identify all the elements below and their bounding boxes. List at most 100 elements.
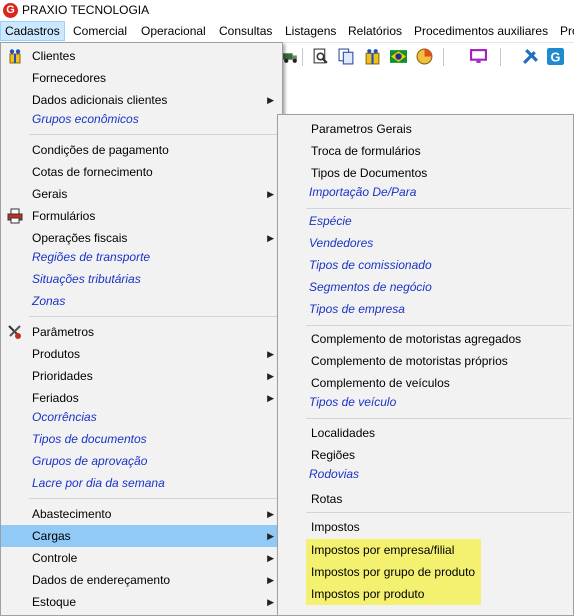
menu-item-label: Cargas bbox=[32, 529, 71, 543]
menu-item-label: Grupos econômicos bbox=[32, 112, 139, 126]
submenu-item-parametros-gerais[interactable]: Parametros Gerais bbox=[278, 118, 573, 140]
users-gift-icon[interactable] bbox=[364, 48, 381, 65]
menu-item-label: Clientes bbox=[32, 49, 76, 63]
submenu-item-rotas[interactable]: Rotas bbox=[278, 488, 573, 510]
menu-item-label: Cotas de fornecimento bbox=[32, 165, 153, 179]
menu-item-label: Fornecedores bbox=[32, 71, 107, 85]
menu-pro[interactable]: Pro bbox=[556, 21, 574, 41]
menu-item-estoque[interactable]: Estoque ▶ bbox=[1, 591, 282, 613]
menu-separator bbox=[29, 134, 280, 135]
menu-separator bbox=[29, 498, 280, 499]
menu-item-parametros[interactable]: Parâmetros bbox=[1, 321, 282, 343]
menu-item-label: Ocorrências bbox=[32, 410, 97, 424]
menu-comercial[interactable]: Comercial bbox=[69, 21, 131, 41]
toolbar: G bbox=[282, 44, 574, 70]
menu-listagens[interactable]: Listagens bbox=[281, 21, 340, 41]
menu-separator bbox=[306, 418, 571, 419]
menu-item-label: Grupos de aprovação bbox=[32, 454, 148, 468]
submenu-item-tipos-de-empresa[interactable]: Tipos de empresa bbox=[278, 298, 573, 320]
menu-bar: Cadastros Comercial Operacional Consulta… bbox=[0, 21, 574, 43]
truck-icon[interactable] bbox=[282, 48, 299, 65]
menu-item-grupos-de-aprovacao[interactable]: Grupos de aprovação bbox=[1, 450, 282, 472]
menu-item-cotas-de-fornecimento[interactable]: Cotas de fornecimento bbox=[1, 161, 282, 183]
app-title: PRAXIO TECNOLOGIA bbox=[22, 3, 150, 17]
menu-item-label: Estoque bbox=[32, 595, 77, 609]
menu-item-label: Tipos de empresa bbox=[309, 302, 405, 316]
submenu-item-troca-de-formularios[interactable]: Troca de formulários bbox=[278, 140, 573, 162]
print-preview-icon[interactable] bbox=[312, 48, 329, 65]
menu-item-tipos-de-documentos[interactable]: Tipos de documentos bbox=[1, 428, 282, 450]
parameters-icon bbox=[8, 325, 21, 339]
menu-item-label: Controle bbox=[32, 551, 78, 565]
menu-procedimentos-auxiliares[interactable]: Procedimentos auxiliares bbox=[410, 21, 552, 41]
menu-item-cargas[interactable]: Cargas ▶ bbox=[1, 525, 282, 547]
submenu-arrow-icon: ▶ bbox=[267, 349, 274, 359]
menu-operacional[interactable]: Operacional bbox=[137, 21, 210, 41]
submenu-arrow-icon: ▶ bbox=[267, 189, 274, 199]
monitor-icon[interactable] bbox=[470, 48, 487, 65]
menu-item-abastecimento[interactable]: Abastecimento ▶ bbox=[1, 503, 282, 525]
menu-item-gerais[interactable]: Gerais ▶ bbox=[1, 183, 282, 205]
menu-item-label: Situações tributárias bbox=[32, 272, 141, 286]
pie-chart-icon[interactable] bbox=[416, 48, 433, 65]
copy-documents-icon[interactable] bbox=[338, 48, 355, 65]
menu-item-condicoes-de-pagamento[interactable]: Condições de pagamento bbox=[1, 139, 282, 161]
menu-item-produtos[interactable]: Produtos ▶ bbox=[1, 343, 282, 365]
g-logo-icon[interactable]: G bbox=[547, 48, 564, 65]
submenu-item-impostos-por-grupo-de-produto[interactable]: Impostos por grupo de produto bbox=[306, 561, 481, 583]
submenu-item-localidades[interactable]: Localidades bbox=[278, 422, 573, 444]
submenu-item-especie[interactable]: Espécie bbox=[278, 210, 573, 232]
menu-item-zonas[interactable]: Zonas bbox=[1, 290, 282, 312]
menu-item-grupos-economicos[interactable]: Grupos econômicos bbox=[1, 108, 282, 130]
submenu-item-tipos-de-comissionado[interactable]: Tipos de comissionado bbox=[278, 254, 573, 276]
printer-icon bbox=[7, 208, 23, 224]
submenu-item-impostos[interactable]: Impostos bbox=[278, 516, 573, 538]
submenu-arrow-icon: ▶ bbox=[267, 553, 274, 563]
menu-item-dados-de-enderecamento[interactable]: Dados de endereçamento ▶ bbox=[1, 569, 282, 591]
menu-item-regioes-de-transporte[interactable]: Regiões de transporte bbox=[1, 246, 282, 268]
menu-item-label: Impostos por empresa/filial bbox=[311, 543, 455, 557]
menu-item-label: Produtos bbox=[32, 347, 81, 361]
toolbar-separator bbox=[302, 48, 303, 66]
tools-icon[interactable] bbox=[522, 48, 539, 65]
menu-relatorios[interactable]: Relatórios bbox=[344, 21, 406, 41]
submenu-arrow-icon: ▶ bbox=[267, 371, 274, 381]
menu-separator bbox=[306, 325, 571, 326]
submenu-item-impostos-por-produto[interactable]: Impostos por produto bbox=[306, 583, 481, 605]
menu-item-controle[interactable]: Controle ▶ bbox=[1, 547, 282, 569]
menu-cadastros[interactable]: Cadastros bbox=[0, 21, 65, 41]
menu-item-label: Zonas bbox=[32, 294, 66, 308]
menu-item-formularios[interactable]: Formulários bbox=[1, 205, 282, 227]
menu-item-label: Lacre por dia da semana bbox=[32, 476, 165, 490]
submenu-item-impostos-por-empresa-filial[interactable]: Impostos por empresa/filial bbox=[306, 539, 481, 561]
submenu-item-segmentos-de-negocio[interactable]: Segmentos de negócio bbox=[278, 276, 573, 298]
menu-item-label: Regiões de transporte bbox=[32, 250, 151, 264]
toolbar-separator bbox=[500, 48, 501, 66]
menu-item-prioridades[interactable]: Prioridades ▶ bbox=[1, 365, 282, 387]
title-bar: G PRAXIO TECNOLOGIA bbox=[0, 0, 574, 21]
submenu-item-complemento-motoristas-proprios[interactable]: Complemento de motoristas próprios bbox=[278, 350, 573, 372]
app-logo-icon: G bbox=[3, 3, 18, 18]
menu-item-clientes[interactable]: Clientes bbox=[1, 45, 282, 67]
menu-item-fornecedores[interactable]: Fornecedores bbox=[1, 67, 282, 89]
menu-item-label: Troca de formulários bbox=[311, 144, 421, 158]
submenu-item-tipos-de-veiculo[interactable]: Tipos de veículo bbox=[278, 391, 573, 413]
submenu-item-importacao-de-para[interactable]: Importação De/Para bbox=[278, 181, 573, 203]
clients-icon bbox=[9, 49, 21, 64]
submenu-item-complemento-motoristas-agregados[interactable]: Complemento de motoristas agregados bbox=[278, 328, 573, 350]
menu-consultas[interactable]: Consultas bbox=[215, 21, 276, 41]
submenu-arrow-icon: ▶ bbox=[267, 531, 274, 541]
menu-item-label: Espécie bbox=[309, 214, 352, 228]
menu-item-label: Tipos de comissionado bbox=[309, 258, 432, 272]
menu-item-ocorrencias[interactable]: Ocorrências bbox=[1, 406, 282, 428]
menu-item-situacoes-tributarias[interactable]: Situações tributárias bbox=[1, 268, 282, 290]
submenu-item-rodovias[interactable]: Rodovias bbox=[278, 463, 573, 485]
submenu-item-vendedores[interactable]: Vendedores bbox=[278, 232, 573, 254]
menu-item-label: Tipos de documentos bbox=[32, 432, 147, 446]
menu-item-label: Impostos por produto bbox=[311, 587, 425, 601]
menu-item-lacre-por-dia-da-semana[interactable]: Lacre por dia da semana bbox=[1, 472, 282, 494]
brazil-flag-icon[interactable] bbox=[390, 48, 407, 65]
menu-separator bbox=[306, 512, 571, 513]
menu-item-label: Parametros Gerais bbox=[311, 122, 412, 136]
cadastros-dropdown: Clientes Fornecedores Dados adicionais c… bbox=[0, 42, 283, 616]
